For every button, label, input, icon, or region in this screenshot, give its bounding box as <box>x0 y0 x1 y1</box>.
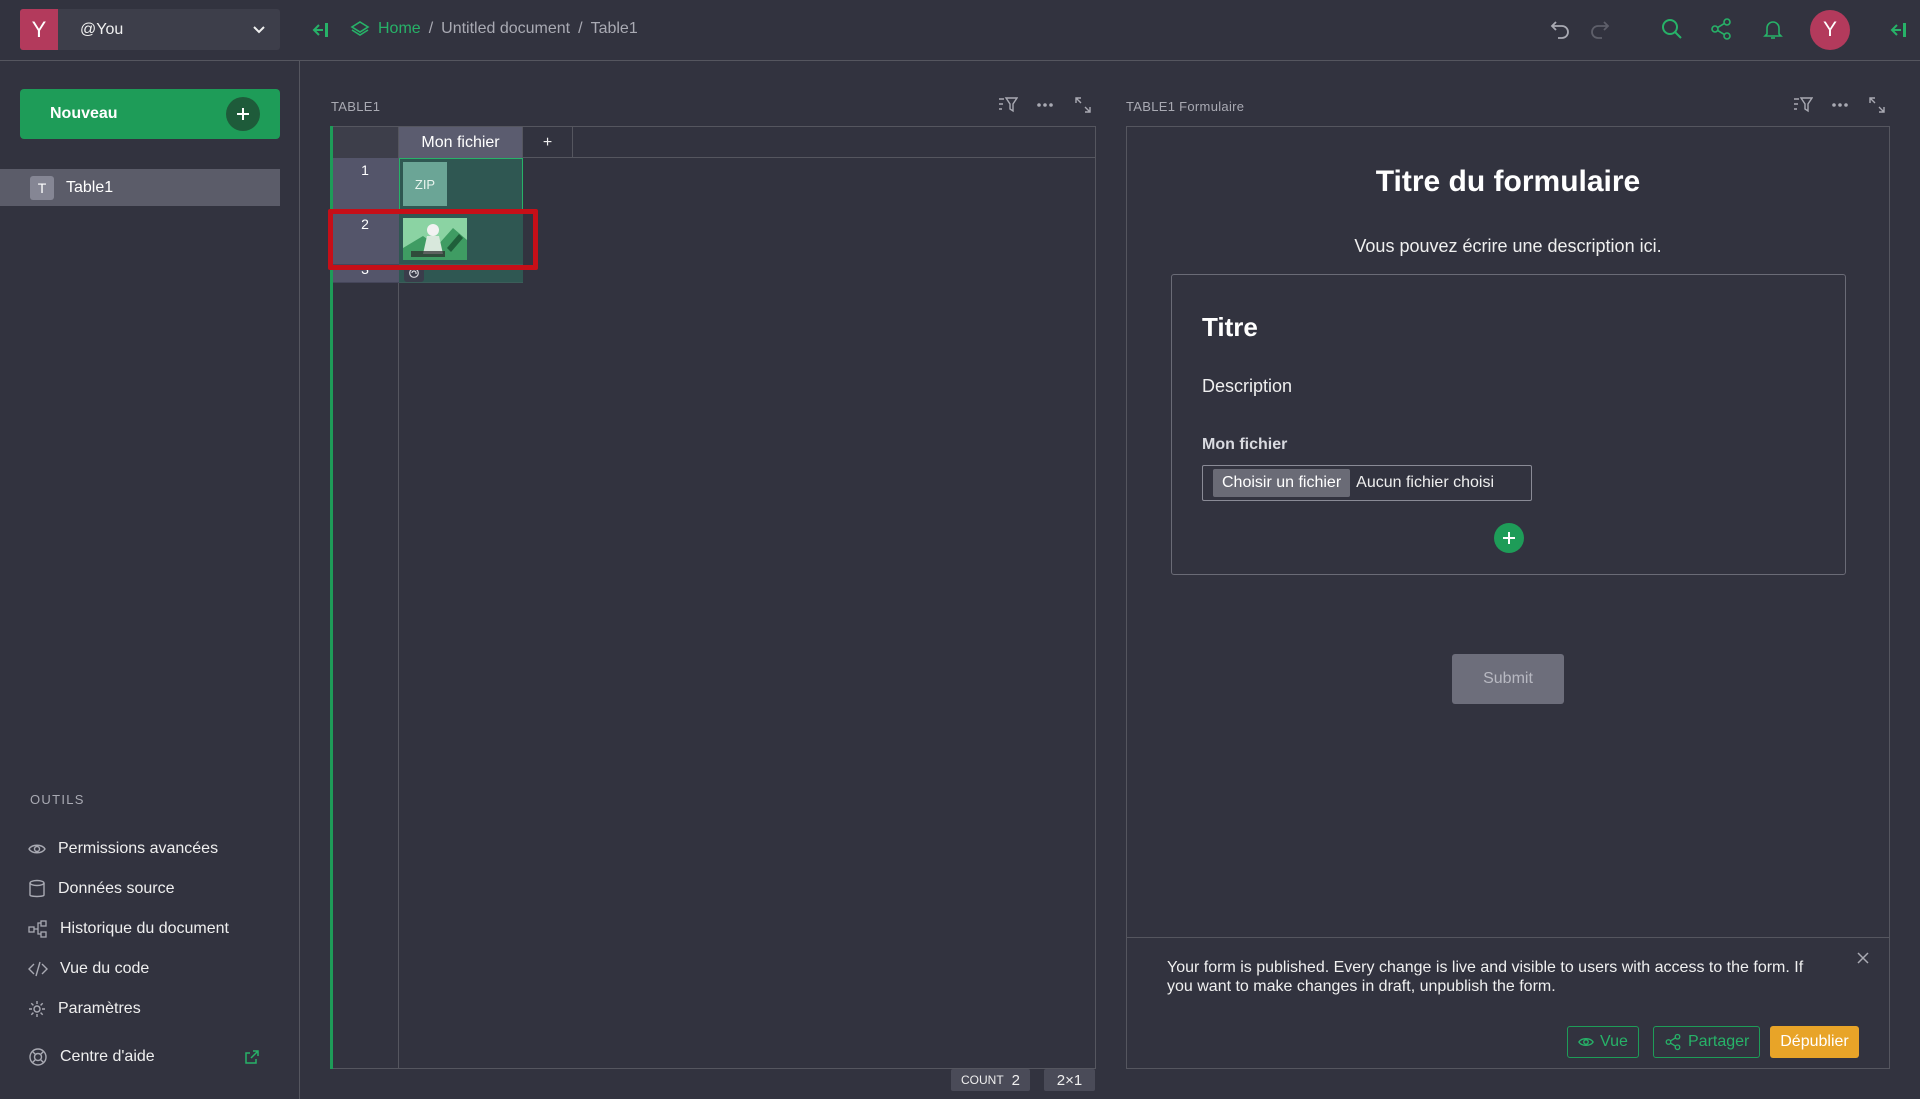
more-options-icon[interactable] <box>1830 97 1850 113</box>
tool-label: Historique du document <box>60 920 229 937</box>
code-icon <box>28 961 48 977</box>
breadcrumb-document[interactable]: Untitled document <box>441 20 570 38</box>
sort-filter-icon[interactable] <box>998 96 1018 114</box>
grid-header-row: Mon fichier + <box>331 127 1095 158</box>
count-badge: COUNT 2 <box>951 1069 1031 1091</box>
count-value: 2 <box>1011 1071 1021 1089</box>
view-button-label: Vue <box>1600 1033 1628 1050</box>
search-icon[interactable] <box>1660 17 1684 41</box>
tool-label: Vue du code <box>60 960 150 977</box>
tool-source-data[interactable]: Données source <box>28 877 175 901</box>
tool-label: Données source <box>58 880 175 897</box>
history-icon <box>28 920 47 938</box>
external-link-icon <box>245 1050 259 1064</box>
breadcrumb-separator: / <box>578 20 583 37</box>
eye-icon <box>28 844 46 854</box>
page-item-table1[interactable]: T Table1 <box>0 169 280 206</box>
help-center-link[interactable]: Centre d'aide <box>28 1047 260 1067</box>
choose-file-button[interactable]: Choisir un fichier <box>1213 469 1351 497</box>
row-number[interactable]: 1 <box>331 158 399 212</box>
collapse-right-panel-icon[interactable] <box>1890 22 1908 38</box>
submit-button[interactable]: Submit <box>1452 654 1564 704</box>
bell-icon[interactable] <box>1761 17 1785 41</box>
org-name: @You <box>80 20 124 38</box>
layers-icon <box>350 21 370 36</box>
undo-icon[interactable] <box>1548 17 1572 41</box>
close-icon[interactable] <box>1857 952 1869 964</box>
file-status: Aucun fichier choisi <box>1356 474 1494 491</box>
left-panel: Nouveau T Table1 OUTILS Permissions avan… <box>0 61 300 1099</box>
count-label: COUNT <box>961 1073 1004 1087</box>
page-type-badge: T <box>30 175 54 200</box>
form-title[interactable]: Titre du formulaire <box>1127 165 1889 199</box>
expand-icon[interactable] <box>1074 96 1092 114</box>
plus-icon <box>226 97 260 131</box>
breadcrumb-separator: / <box>428 20 434 37</box>
column-header-mon-fichier[interactable]: Mon fichier <box>399 127 523 158</box>
page-label: Table1 <box>66 178 114 196</box>
tool-settings[interactable]: Paramètres <box>28 997 141 1021</box>
tool-history[interactable]: Historique du document <box>28 917 229 941</box>
share-icon[interactable] <box>1709 17 1733 41</box>
sort-filter-icon[interactable] <box>1793 96 1813 114</box>
form-panel: Titre du formulaire Vous pouvez écrire u… <box>1126 126 1890 1069</box>
org-selector[interactable]: Y @You <box>20 9 280 50</box>
tool-label: Permissions avancées <box>58 840 219 857</box>
user-avatar[interactable]: Y <box>1810 10 1850 50</box>
form-description[interactable]: Vous pouvez écrire une description ici. <box>1127 236 1889 257</box>
top-bar: Y @You Home / Untitled document / Table1 <box>0 0 1920 61</box>
highlight-annotation <box>328 209 538 270</box>
section-title[interactable]: Titre <box>1202 312 1258 343</box>
expand-icon[interactable] <box>1868 96 1886 114</box>
add-field-button[interactable] <box>1494 523 1524 553</box>
more-options-icon[interactable] <box>1035 97 1055 113</box>
redo-icon[interactable] <box>1588 17 1612 41</box>
add-column-button[interactable]: + <box>523 127 573 158</box>
chevron-down-icon <box>253 25 265 33</box>
breadcrumb-home[interactable]: Home <box>378 20 421 38</box>
database-icon <box>29 879 45 898</box>
cell-cursor <box>399 158 523 212</box>
tool-permissions[interactable]: Permissions avancées <box>28 837 218 861</box>
tools-title: OUTILS <box>30 792 85 807</box>
row-number-column <box>331 158 399 1068</box>
share-icon <box>1665 1033 1681 1051</box>
share-button[interactable]: Partager <box>1653 1026 1761 1058</box>
field-label: Mon fichier <box>1202 436 1288 453</box>
form-section-box[interactable]: Titre Description Mon fichier Choisir un… <box>1171 274 1846 575</box>
unpublish-button[interactable]: Dépublier <box>1770 1026 1859 1058</box>
help-label: Centre d'aide <box>60 1048 155 1065</box>
breadcrumb: Home / Untitled document / Table1 <box>350 19 638 39</box>
new-button[interactable]: Nouveau <box>20 89 280 139</box>
gear-icon <box>29 1001 45 1017</box>
org-logo: Y <box>20 9 58 50</box>
breadcrumb-page: Table1 <box>590 20 638 37</box>
collapse-left-panel-icon[interactable] <box>312 22 330 38</box>
publish-message: Your form is published. Every change is … <box>1167 959 1804 995</box>
share-button-label: Partager <box>1688 1033 1750 1050</box>
grid-corner-cell[interactable] <box>331 127 399 158</box>
section-description[interactable]: Description <box>1202 376 1292 397</box>
form-section-title[interactable]: TABLE1 Formulaire <box>1126 99 1244 114</box>
file-input[interactable]: Choisir un fichier Aucun fichier choisi <box>1202 465 1532 501</box>
selection-dimension-badge: 2×1 <box>1044 1069 1095 1091</box>
view-button[interactable]: Vue <box>1567 1026 1639 1058</box>
new-button-label: Nouveau <box>50 105 118 122</box>
publish-notice: Your form is published. Every change is … <box>1127 937 1889 1068</box>
lifebuoy-icon <box>29 1048 47 1066</box>
tool-code-view[interactable]: Vue du code <box>28 957 149 981</box>
tool-label: Paramètres <box>58 1000 141 1017</box>
eye-icon <box>1578 1038 1594 1046</box>
table-section-title[interactable]: TABLE1 <box>331 99 380 114</box>
